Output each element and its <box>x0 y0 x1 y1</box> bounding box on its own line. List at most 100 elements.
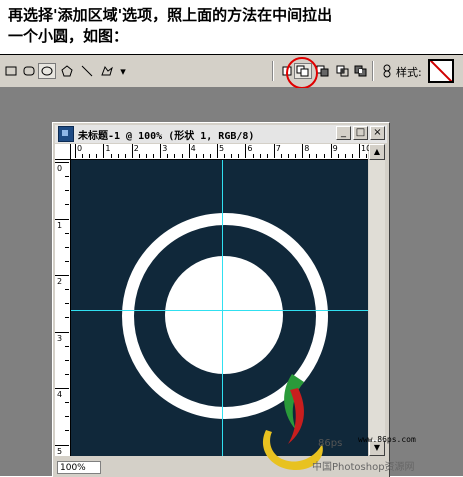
options-bar: ▾ <box>0 55 463 88</box>
ruler-minor-tick <box>224 154 226 158</box>
ruler-minor-tick <box>323 154 325 158</box>
separator <box>272 61 274 81</box>
ruler-minor-tick <box>366 154 368 158</box>
ruler-label: 9 <box>332 144 338 153</box>
ruler-label: 5 <box>219 144 225 153</box>
chevron-down-icon[interactable]: ▾ <box>118 63 128 79</box>
exclude-overlapping-shape-areas-icon[interactable] <box>352 63 370 79</box>
separator <box>372 61 374 81</box>
ruler-minor-tick <box>65 190 69 192</box>
ruler-minor-tick <box>65 345 69 347</box>
ruler-tick <box>245 144 247 158</box>
ruler-minor-tick <box>316 154 318 158</box>
custom-shape-tool-icon[interactable] <box>98 63 116 79</box>
ruler-label: 2 <box>57 277 63 286</box>
watermark-brand: 86ps <box>318 438 343 449</box>
highlight-circle <box>286 57 318 89</box>
ruler-tick <box>217 144 218 158</box>
ruler-minor-tick <box>344 154 346 158</box>
scroll-up-button[interactable]: ▲ <box>369 144 385 160</box>
rounded-rectangle-tool-icon[interactable] <box>20 63 38 79</box>
ruler-minor-tick <box>65 246 69 248</box>
vertical-guide[interactable] <box>222 160 223 456</box>
ruler-minor-tick <box>266 154 268 158</box>
vertical-ruler[interactable]: 0 1 2 3 4 5 <box>55 160 71 456</box>
ellipse-tool-icon[interactable] <box>38 63 56 79</box>
ruler-tick <box>55 275 69 276</box>
ruler-minor-tick <box>117 154 119 158</box>
ruler-minor-tick <box>288 154 289 158</box>
ruler-minor-tick <box>65 430 69 432</box>
ruler-minor-tick <box>337 154 339 158</box>
line-tool-icon[interactable] <box>78 63 96 79</box>
ruler-label: 1 <box>105 144 111 153</box>
ruler-minor-tick <box>280 154 282 158</box>
maximize-button[interactable]: □ <box>353 126 368 140</box>
style-swatch[interactable] <box>428 59 454 83</box>
ruler-label: 8 <box>304 144 310 153</box>
vertical-scrollbar[interactable]: ▲ ▼ <box>369 144 385 456</box>
ruler-tick <box>55 388 69 389</box>
ruler-minor-tick <box>65 359 69 361</box>
ruler-minor-tick <box>82 154 84 158</box>
ruler-tick <box>55 162 69 163</box>
ruler-minor-tick <box>65 303 69 305</box>
horizontal-ruler[interactable]: 0 1 2 3 4 5 6 7 8 9 10 <box>71 144 382 160</box>
instruction-line-1: 再选择'添加区域'选项，照上面的方法在中间拉出 <box>8 6 333 24</box>
ruler-minor-tick <box>65 317 69 319</box>
ruler-origin[interactable] <box>55 144 71 160</box>
ruler-label: 0 <box>57 164 63 173</box>
polygon-tool-icon[interactable] <box>58 63 76 79</box>
ruler-minor-tick <box>309 154 311 158</box>
ruler-minor-tick <box>231 154 233 158</box>
ruler-minor-tick <box>153 154 155 158</box>
minimize-button[interactable]: _ <box>336 126 351 140</box>
zoom-field[interactable]: 100% <box>57 461 101 474</box>
ruler-minor-tick <box>174 154 176 158</box>
ruler-tick <box>103 144 105 158</box>
document-title: 未标题-1 @ 100% (形状 1, RGB/8) <box>78 130 255 142</box>
document-titlebar[interactable]: 未标题-1 @ 100% (形状 1, RGB/8) _ □ × <box>55 125 387 143</box>
ruler-minor-tick <box>65 232 69 234</box>
ruler-label: 2 <box>133 144 139 153</box>
ruler-tick <box>359 144 360 158</box>
ruler-tick <box>188 144 190 158</box>
ruler-minor-tick <box>195 154 197 158</box>
ruler-label: 4 <box>190 144 196 153</box>
ruler-minor-tick <box>65 416 69 418</box>
horizontal-guide[interactable] <box>71 310 368 311</box>
photoshop-document-icon <box>58 126 74 142</box>
ruler-tick <box>302 144 304 158</box>
ruler-tick <box>55 444 69 446</box>
instruction-panel: 再选择'添加区域'选项，照上面的方法在中间拉出 一个小圆，如图： <box>0 0 463 55</box>
rectangle-tool-icon[interactable] <box>2 63 20 79</box>
ruler-label: 6 <box>247 144 253 153</box>
ruler-minor-tick <box>181 154 183 158</box>
ruler-minor-tick <box>259 154 261 158</box>
ruler-label: 4 <box>57 390 63 399</box>
watermark-url: www.86ps.com <box>358 435 416 444</box>
ruler-minor-tick <box>65 176 69 178</box>
ruler-minor-tick <box>110 154 112 158</box>
ruler-label: 3 <box>57 333 63 343</box>
intersect-shape-areas-icon[interactable] <box>334 63 352 79</box>
ruler-minor-tick <box>295 154 297 158</box>
ruler-minor-tick <box>96 154 98 158</box>
ruler-label: 7 <box>275 144 281 153</box>
ruler-tick <box>330 144 332 158</box>
ruler-tick <box>273 144 275 158</box>
link-chain-icon[interactable] <box>378 63 396 79</box>
ruler-minor-tick <box>65 373 69 375</box>
ruler-label: 0 <box>77 144 83 153</box>
ruler-minor-tick <box>351 154 353 158</box>
instruction-line-2: 一个小圆，如图： <box>8 27 129 45</box>
ruler-minor-tick <box>124 154 126 158</box>
watermark-site-name: 中国Photoshop资源网 <box>312 462 415 473</box>
ruler-label: 3 <box>162 144 168 153</box>
ruler-minor-tick <box>89 154 91 158</box>
ruler-label: 5 <box>57 446 63 456</box>
close-button[interactable]: × <box>370 126 385 140</box>
ruler-minor-tick <box>252 154 254 158</box>
ruler-minor-tick <box>202 154 204 158</box>
ruler-minor-tick <box>65 402 69 404</box>
